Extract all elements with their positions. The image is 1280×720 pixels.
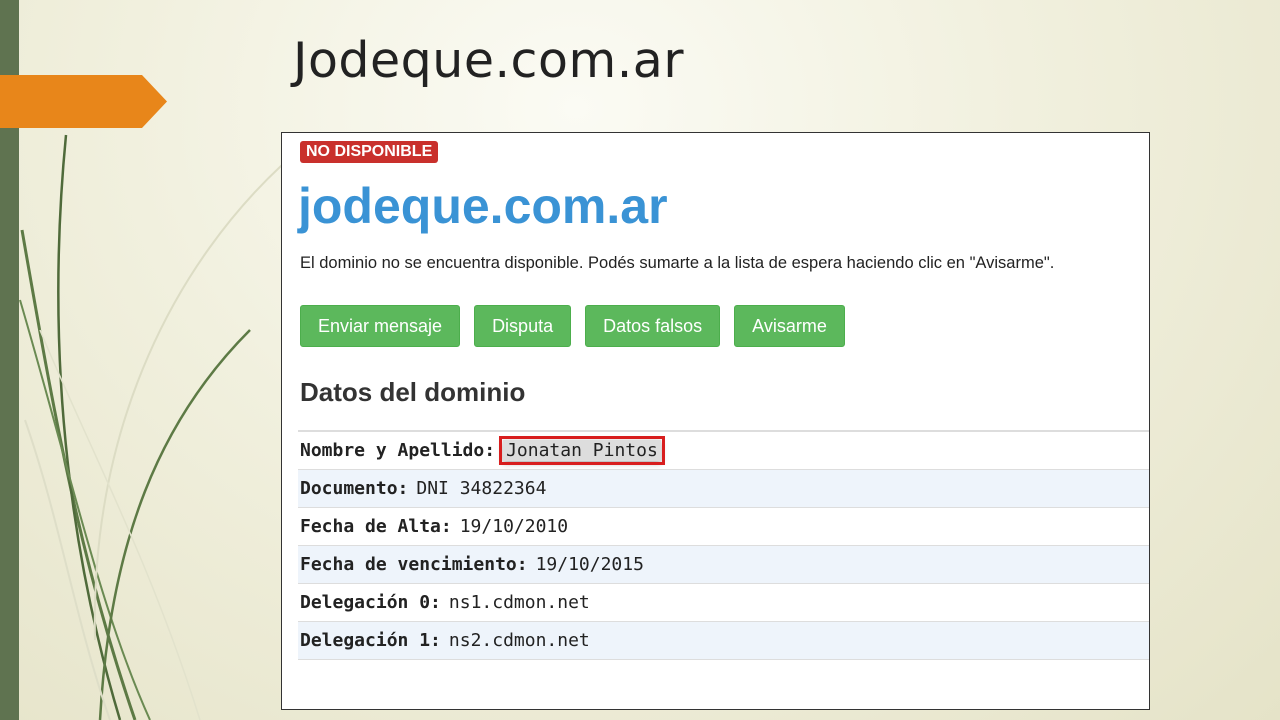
domain-title: jodeque.com.ar xyxy=(298,178,668,234)
row-label: Delegación 0: xyxy=(300,592,441,613)
row-label: Nombre y Apellido: xyxy=(300,440,496,461)
highlighted-owner-name: Jonatan Pintos xyxy=(499,436,665,465)
table-row-document: Documento: DNI 34822364 xyxy=(298,470,1149,508)
table-row-name: Nombre y Apellido: Jonatan Pintos xyxy=(298,432,1149,470)
dispute-button[interactable]: Disputa xyxy=(474,305,572,347)
action-buttons: Enviar mensaje Disputa Datos falsos Avis… xyxy=(300,305,845,347)
table-row-ns1: Delegación 1: ns2.cdmon.net xyxy=(298,622,1149,660)
status-badge: NO DISPONIBLE xyxy=(300,141,439,163)
table-row-expiry: Fecha de vencimiento: 19/10/2015 xyxy=(298,546,1149,584)
fake-data-button[interactable]: Datos falsos xyxy=(585,305,721,347)
row-label: Fecha de Alta: xyxy=(300,516,452,537)
row-label: Documento: xyxy=(300,478,409,499)
row-value: ns2.cdmon.net xyxy=(448,630,590,651)
domain-screenshot: NO DISPONIBLE jodeque.com.ar El dominio … xyxy=(281,132,1150,710)
section-title: Datos del dominio xyxy=(300,377,526,407)
grass-decoration xyxy=(19,134,283,720)
table-row-created: Fecha de Alta: 19/10/2010 xyxy=(298,508,1149,546)
row-label: Delegación 1: xyxy=(300,630,441,651)
row-value: 19/10/2010 xyxy=(459,516,569,537)
notify-me-button[interactable]: Avisarme xyxy=(734,305,845,347)
row-value: 19/10/2015 xyxy=(535,554,644,575)
availability-message: El dominio no se encuentra disponible. P… xyxy=(300,254,1055,272)
row-value: DNI 34822364 xyxy=(416,478,547,499)
slide-title: Jodeque.com.ar xyxy=(293,32,684,89)
table-row-ns0: Delegación 0: ns1.cdmon.net xyxy=(298,584,1149,622)
send-message-button[interactable]: Enviar mensaje xyxy=(300,305,461,347)
row-value: ns1.cdmon.net xyxy=(448,592,590,613)
row-label: Fecha de vencimiento: xyxy=(300,554,528,575)
domain-data-table: Nombre y Apellido: Jonatan Pintos Docume… xyxy=(298,430,1149,660)
